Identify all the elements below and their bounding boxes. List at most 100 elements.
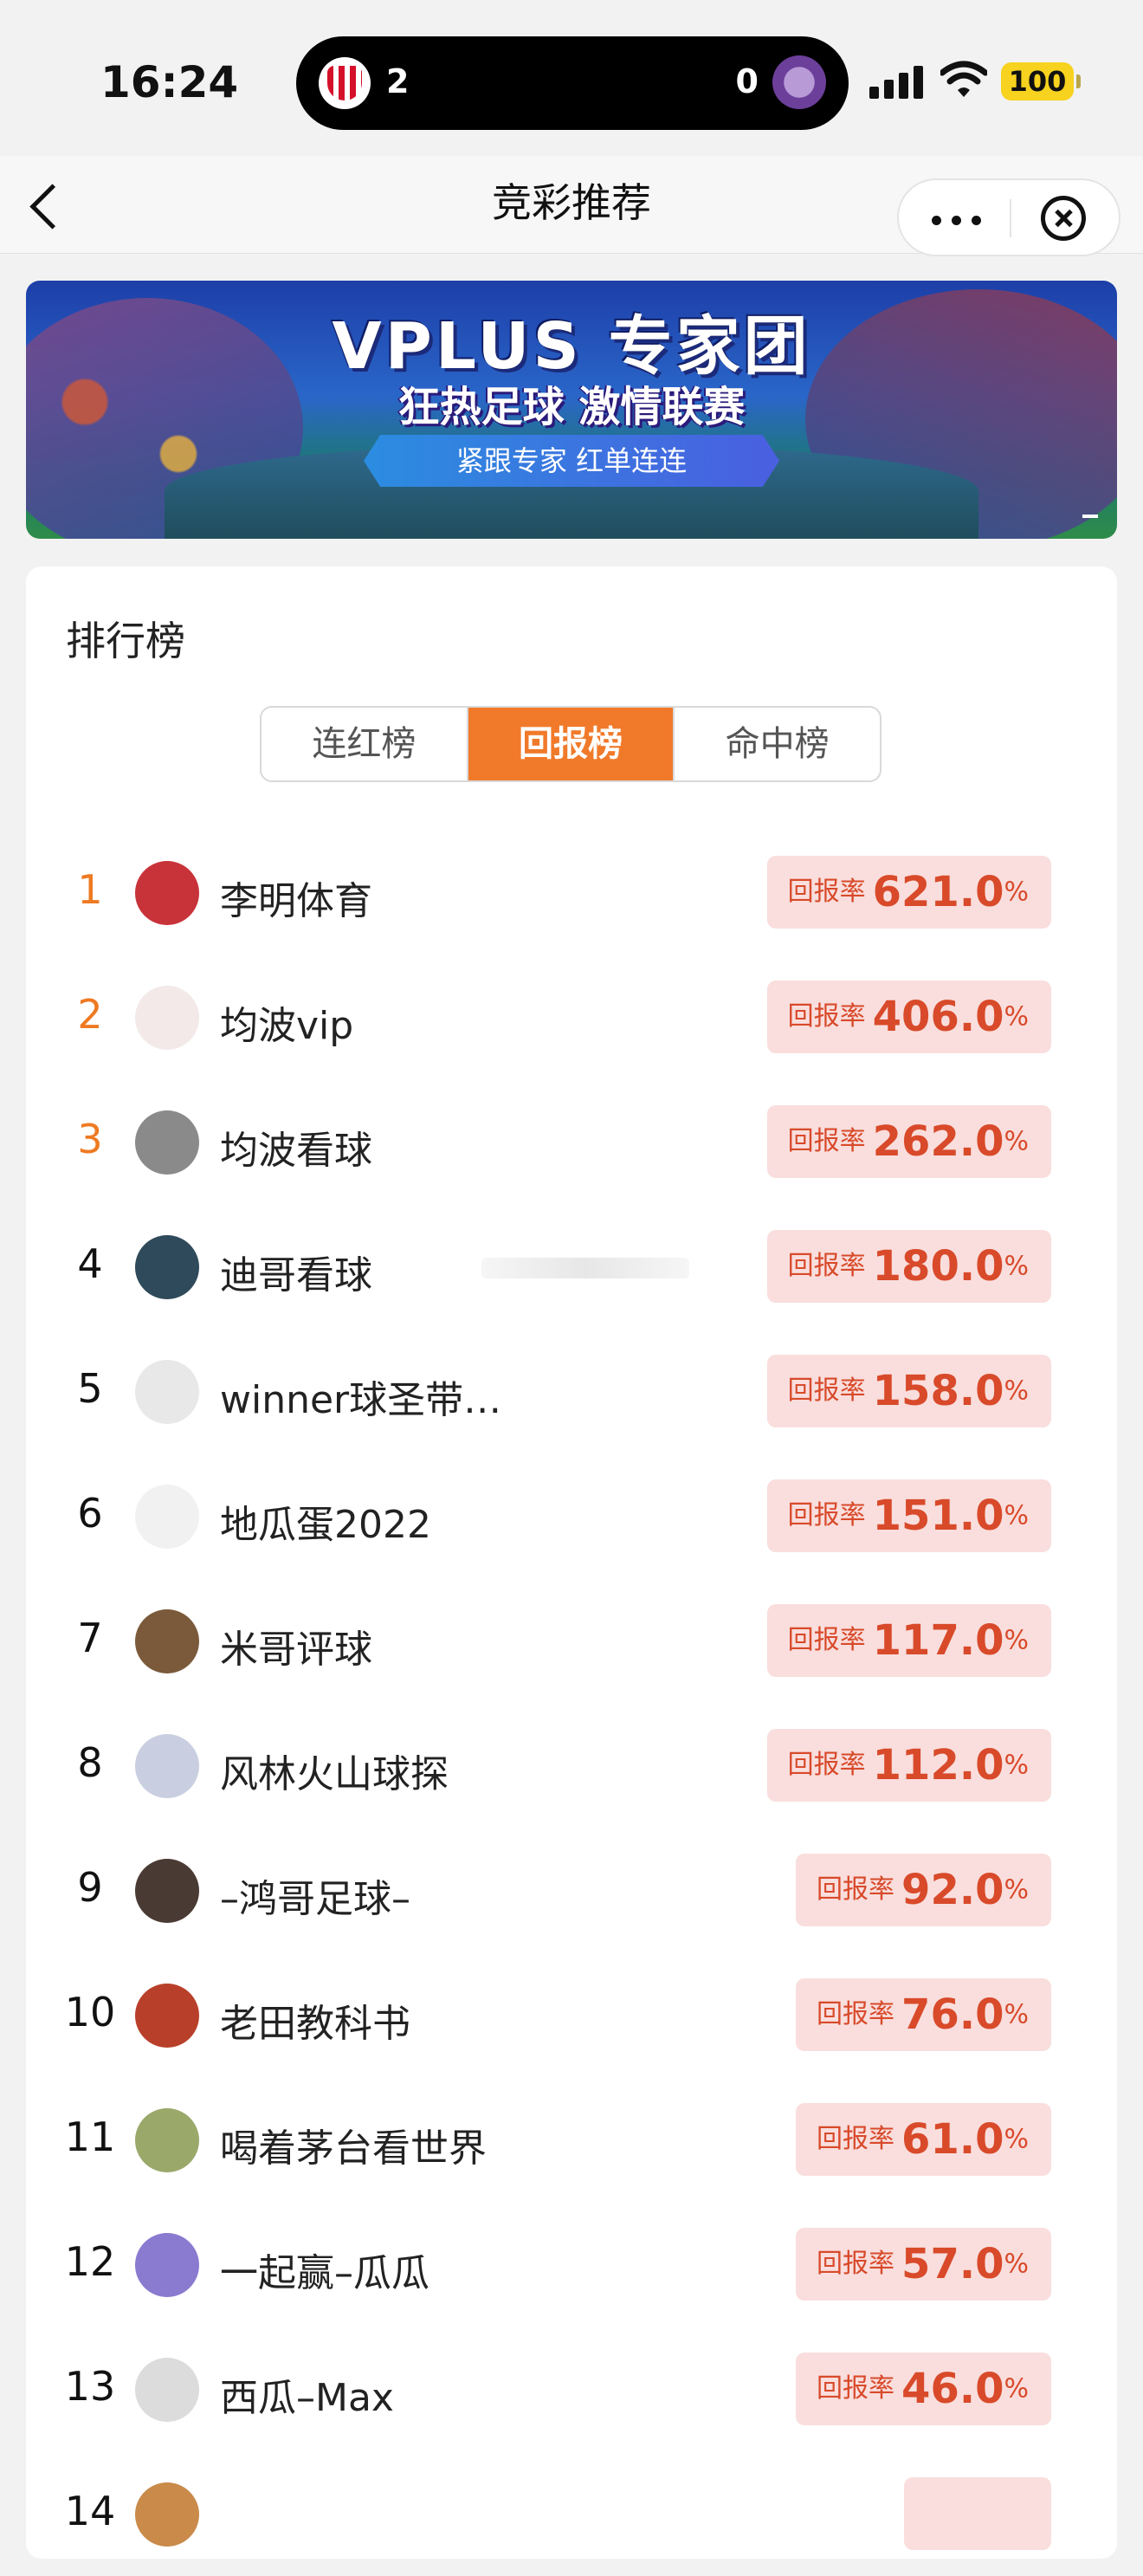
return-rate-unit: %: [1004, 1251, 1029, 1282]
tab-hit-rate[interactable]: 命中榜: [673, 708, 880, 780]
return-rate-badge: 回报率 151.0%: [766, 1479, 1051, 1552]
rank-number: 6: [77, 1490, 103, 1537]
return-rate-value: 621.0: [872, 868, 1004, 916]
avatar[interactable]: [135, 1734, 199, 1798]
expert-name: 风林火山球探: [220, 1752, 449, 1796]
return-rate-value: 151.0: [872, 1492, 1004, 1540]
expert-name: 喝着茅台看世界: [220, 2126, 487, 2171]
return-rate-badge: 回报率 117.0%: [766, 1604, 1051, 1677]
rank-number: 12: [64, 2238, 116, 2285]
banner-indicator: [1082, 515, 1098, 518]
return-rate-badge: [904, 2477, 1051, 2550]
expert-name: 迪哥看球: [220, 1253, 372, 1298]
return-rate-badge: 回报率 92.0%: [796, 1854, 1051, 1926]
leaderboard-row[interactable]: 9 –鸿哥足球– 回报率 92.0%: [26, 1828, 1117, 1952]
expert-name: 西瓜–Max: [220, 2376, 394, 2420]
leaderboard-row[interactable]: 7 米哥评球 回报率 117.0%: [26, 1578, 1117, 1703]
return-rate-badge: 回报率 112.0%: [766, 1729, 1051, 1802]
leaderboard-tabs: 连红榜 回报榜 命中榜: [260, 706, 881, 782]
expert-name: 均波vip: [220, 1004, 354, 1048]
leaderboard-row[interactable]: 6 地瓜蛋2022 回报率 151.0%: [26, 1453, 1117, 1578]
live-activity-score[interactable]: 2 0: [296, 36, 849, 130]
banner-subtitle: 狂热足球 激情联赛: [397, 383, 746, 431]
return-rate-value: 57.0: [901, 2240, 1004, 2288]
return-rate-label: 回报率: [817, 1999, 895, 2029]
avatar[interactable]: [135, 2108, 199, 2172]
leaderboard-row[interactable]: 12 一起赢–瓜瓜 回报率 57.0%: [26, 2202, 1117, 2327]
avatar[interactable]: [135, 861, 199, 925]
return-rate-badge: 回报率 46.0%: [796, 2353, 1051, 2425]
return-rate-label: 回报率: [787, 1500, 866, 1531]
return-rate-unit: %: [1004, 877, 1029, 908]
leaderboard-row[interactable]: 14: [26, 2451, 1117, 2576]
return-rate-value: 158.0: [872, 1367, 1004, 1415]
leaderboard-row[interactable]: 10 老田教科书 回报率 76.0%: [26, 1952, 1117, 2077]
avatar[interactable]: [135, 1235, 199, 1299]
cellular-signal-icon: [869, 64, 925, 99]
leaderboard-row[interactable]: 8 风林火山球探 回报率 112.0%: [26, 1703, 1117, 1828]
return-rate-unit: %: [1004, 1375, 1029, 1407]
leaderboard-row[interactable]: 3 均波看球 回报率 262.0%: [26, 1079, 1117, 1204]
expert-name: 李明体育: [220, 879, 372, 923]
banner-ribbon: 紧跟专家 红单连连: [364, 435, 779, 487]
return-rate-unit: %: [1004, 1126, 1029, 1157]
leaderboard-row[interactable]: 11 喝着茅台看世界 回报率 61.0%: [26, 2077, 1117, 2202]
return-rate-unit: %: [1004, 1750, 1029, 1781]
tab-return[interactable]: 回报榜: [466, 708, 674, 780]
avatar[interactable]: [135, 2233, 199, 2297]
return-rate-badge: 回报率 76.0%: [796, 1978, 1051, 2051]
expert-name: 均波看球: [220, 1129, 372, 1173]
avatar[interactable]: [135, 1609, 199, 1673]
avatar[interactable]: [135, 1485, 199, 1549]
leaderboard-row[interactable]: 4 迪哥看球 回报率 180.0%: [26, 1204, 1117, 1329]
return-rate-badge: 回报率 406.0%: [766, 981, 1051, 1053]
return-rate-badge: 回报率 57.0%: [796, 2228, 1051, 2301]
avatar[interactable]: [135, 1859, 199, 1923]
return-rate-value: 180.0: [872, 1242, 1004, 1291]
rank-number: 9: [77, 1864, 103, 1911]
rank-number: 4: [77, 1240, 103, 1287]
return-rate-value: 112.0: [872, 1741, 1004, 1790]
return-rate-label: 回报率: [787, 877, 866, 907]
return-rate-label: 回报率: [787, 1251, 866, 1281]
avatar[interactable]: [135, 1110, 199, 1175]
rank-number: 10: [64, 1989, 116, 2036]
return-rate-unit: %: [1004, 2373, 1029, 2404]
rank-number: 2: [77, 991, 103, 1038]
rank-number: 3: [77, 1116, 103, 1162]
avatar[interactable]: [135, 986, 199, 1050]
return-rate-value: 46.0: [901, 2365, 1004, 2413]
return-rate-badge: 回报率 180.0%: [766, 1230, 1051, 1303]
leaderboard-row[interactable]: 5 winner球圣带… 回报率 158.0%: [26, 1329, 1117, 1453]
capsule-divider: [1010, 199, 1011, 237]
return-rate-label: 回报率: [787, 1126, 866, 1156]
expert-name: 地瓜蛋2022: [220, 1503, 431, 1547]
rank-number: 11: [64, 2113, 116, 2160]
avatar[interactable]: [135, 2358, 199, 2422]
return-rate-label: 回报率: [787, 1750, 866, 1780]
leaderboard-row[interactable]: 2 均波vip 回报率 406.0%: [26, 955, 1117, 1079]
close-icon[interactable]: [1041, 196, 1086, 241]
leaderboard-row[interactable]: 1 李明体育 回报率 621.0%: [26, 830, 1117, 955]
avatar[interactable]: [135, 1984, 199, 2048]
return-rate-value: 76.0: [901, 1990, 1004, 2039]
return-rate-label: 回报率: [817, 2249, 895, 2279]
return-rate-unit: %: [1004, 1625, 1029, 1656]
leaderboard-title: 排行榜: [66, 618, 185, 664]
promo-banner[interactable]: VPLUS 专家团 狂热足球 激情联赛 紧跟专家 红单连连: [26, 281, 1117, 539]
away-team-logo-icon: [772, 55, 826, 109]
more-icon[interactable]: [927, 199, 987, 237]
return-rate-unit: %: [1004, 1874, 1029, 1906]
leaderboard-card: 排行榜 连红榜 回报榜 命中榜 1 李明体育 回报率 621.0% 2 均波vip 回报率 4…: [26, 566, 1117, 2559]
return-rate-label: 回报率: [817, 1874, 895, 1905]
expert-name: –鸿哥足球–: [220, 1877, 410, 1921]
blurred-placeholder: [481, 1258, 689, 1278]
avatar[interactable]: [135, 2482, 199, 2547]
rank-number: 8: [77, 1739, 103, 1786]
leaderboard-row[interactable]: 13 西瓜–Max 回报率 46.0%: [26, 2327, 1117, 2451]
expert-name: 一起赢–瓜瓜: [220, 2251, 429, 2295]
tab-streak[interactable]: 连红榜: [262, 708, 467, 780]
avatar[interactable]: [135, 1360, 199, 1424]
return-rate-unit: %: [1004, 1500, 1029, 1531]
return-rate-badge: 回报率 262.0%: [766, 1105, 1051, 1178]
